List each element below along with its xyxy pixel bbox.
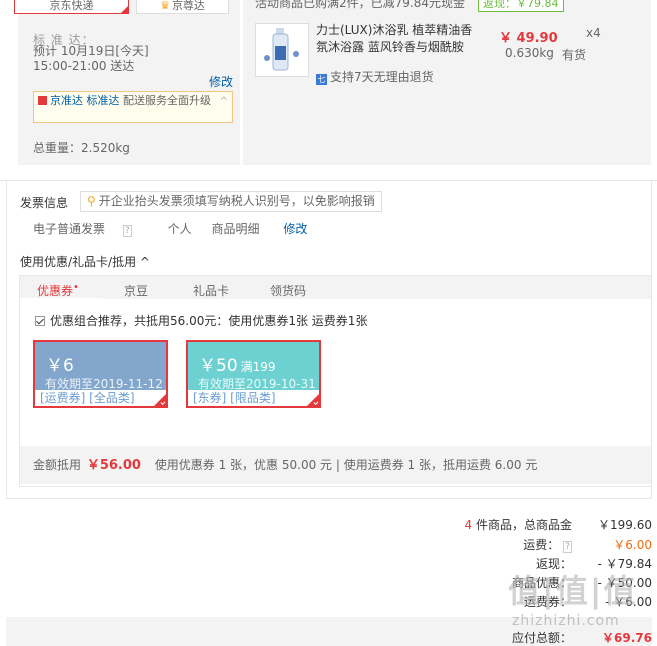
return-policy-icon: 七 [316,74,327,85]
coupon-amount: ￥6 [46,351,77,376]
coupon-summary-amount: ￥56.00 [86,458,141,473]
delivery-brand-icon [38,96,47,105]
invoice-content: 商品明细 [211,222,260,236]
tab-coupons-label: 优惠券 [37,284,74,298]
tab-redeem-code[interactable]: 领货码 [270,282,306,299]
shipping-tab-premium-label: 京尊达 [171,0,205,12]
item-count: 4 [464,518,473,532]
delivery-notice: 京准达 标准达 配送服务全面升级 ^ [33,91,233,123]
section-bottom-border [6,498,652,499]
invoice-type-text: 电子普通发票 [33,222,106,236]
notice-brand[interactable]: 京准达 [50,94,83,107]
coupon-validity: 有效期至2019-10-31 [198,377,316,391]
watermark-url: zhizhizhi.com [512,613,620,629]
coupon-summary-label: 金额抵用 [33,458,82,472]
items-label: 4 件商品，总商品金 [465,516,572,533]
section-divider [0,180,657,181]
coupon-card-jd[interactable]: ￥50 满199 有效期至2019-10-31 [东券] [限品类] [186,340,321,408]
coupon-card-head: ￥50 满199 有效期至2019-10-31 [188,342,319,391]
tab-jd-beans[interactable]: 京豆 [124,282,148,299]
shipping-eta: 预计 10月19日[今天] 15:00-21:00 送达 [33,44,149,73]
product-stock: 有货 [562,48,587,62]
chevron-up-icon: ^ [139,255,150,269]
section-border-left [6,180,7,498]
return-policy-text: 支持7天无理由退货 [330,70,434,84]
close-icon[interactable]: ^ [220,95,228,109]
coupon-card-freight[interactable]: ￥6 有效期至2019-11-12 [运费券] [全品类] [33,340,168,408]
new-indicator: • [73,282,79,293]
coupon-amount: ￥50 满199 [199,351,276,376]
invoice-tip-text: 开企业抬头发票须填写纳税人识别号，以免影响报销 [98,194,375,208]
coupon-scope: [运费券] [全品类] [40,391,135,405]
payable-value: ￥69.76 [602,631,652,645]
product-price: ￥ 49.90 [499,31,558,46]
shipping-edit-link[interactable]: 修改 [209,73,233,90]
total-weight: 总重量：2.520kg [33,141,130,155]
shipping-label: 运费：? [523,536,572,553]
tab-coupons[interactable]: 优惠券• [37,282,79,299]
product-name[interactable]: 力士(LUX)沐浴乳 植萃精油香氛沐浴露 蓝风铃香与烟酰胺 [316,22,476,56]
shipping-value: ￥6.00 [613,538,652,552]
combo-recommend[interactable]: 优惠组合推荐，共抵用56.00元：使用优惠券1张 运费券1张 [35,312,367,329]
combo-recommend-text: 优惠组合推荐，共抵用56.00元：使用优惠券1张 运费券1张 [50,314,368,328]
checkbox-icon[interactable] [35,316,45,326]
return-policy: 七支持7天无理由退货 [316,68,434,85]
payable-label: 应付总额： [511,631,572,645]
invoice-holder: 个人 [167,222,192,236]
totals-payable-row: 应付总额： ￥69.76 [392,629,652,646]
totals-shipping-row: 运费：? ￥6.00 [392,536,652,554]
totals-items-row: 4 件商品，总商品金 ￥199.60 [392,516,652,534]
shipping-label-text: 运费： [523,538,560,552]
items-total: ￥199.60 [598,518,652,532]
coupon-threshold: 满199 [240,360,276,374]
tip-icon: ⚲ [87,194,96,208]
shipping-tab-jd-express[interactable]: 京东快递 [14,0,129,14]
coupon-tab-bar [20,276,651,299]
crown-icon: ♛ [160,0,170,12]
invoice-tip: ⚲ 开企业抬头发票须填写纳税人识别号，以免影响报销 [80,191,382,212]
coupon-scope: [东券] [限品类] [193,391,276,405]
items-label-text: 件商品，总商品金 [475,518,572,532]
coupon-summary: 金额抵用 ￥56.00 使用优惠券 1 张，优惠 50.00 元 | 使用运费券… [33,454,537,473]
tab-gift-card[interactable]: 礼品卡 [193,282,229,299]
invoice-type: 电子普通发票? [33,222,148,237]
product-weight: 0.630kg [505,46,554,60]
notice-text: 配送服务全面升级 [123,94,211,107]
coupon-section-toggle[interactable]: 使用优惠/礼品卡/抵用 ^ [20,253,150,270]
product-quantity: x4 [586,26,601,40]
coupon-summary-detail: 使用优惠券 1 张，优惠 50.00 元 | 使用运费券 1 张，抵用运费 6.… [154,458,538,472]
product-image[interactable] [255,23,309,77]
cashback-badge: 返现：￥79.84 [478,0,564,12]
help-icon[interactable]: ? [563,541,572,553]
invoice-edit-link[interactable]: 修改 [283,222,307,236]
invoice-title: 发票信息 [20,196,69,210]
coupon-section-title: 使用优惠/礼品卡/抵用 [20,255,137,269]
coupon-card-head: ￥6 有效期至2019-11-12 [35,342,166,391]
shipping-tab-premium[interactable]: ♛ 京尊达 [136,0,229,14]
help-icon[interactable]: ? [123,225,132,237]
notice-type[interactable]: 标准达 [87,94,120,107]
coupon-amount-value: ￥50 [199,356,238,376]
coupon-validity: 有效期至2019-11-12 [45,377,163,391]
invoice-details: 电子普通发票? 个人 商品明细 修改 [33,220,323,237]
watermark-logo: 值|值|值 [508,572,638,610]
promo-text: 活动商品已购满2件，已减79.84元现金 [255,0,465,10]
coupon-amount-value: ￥6 [46,356,74,376]
